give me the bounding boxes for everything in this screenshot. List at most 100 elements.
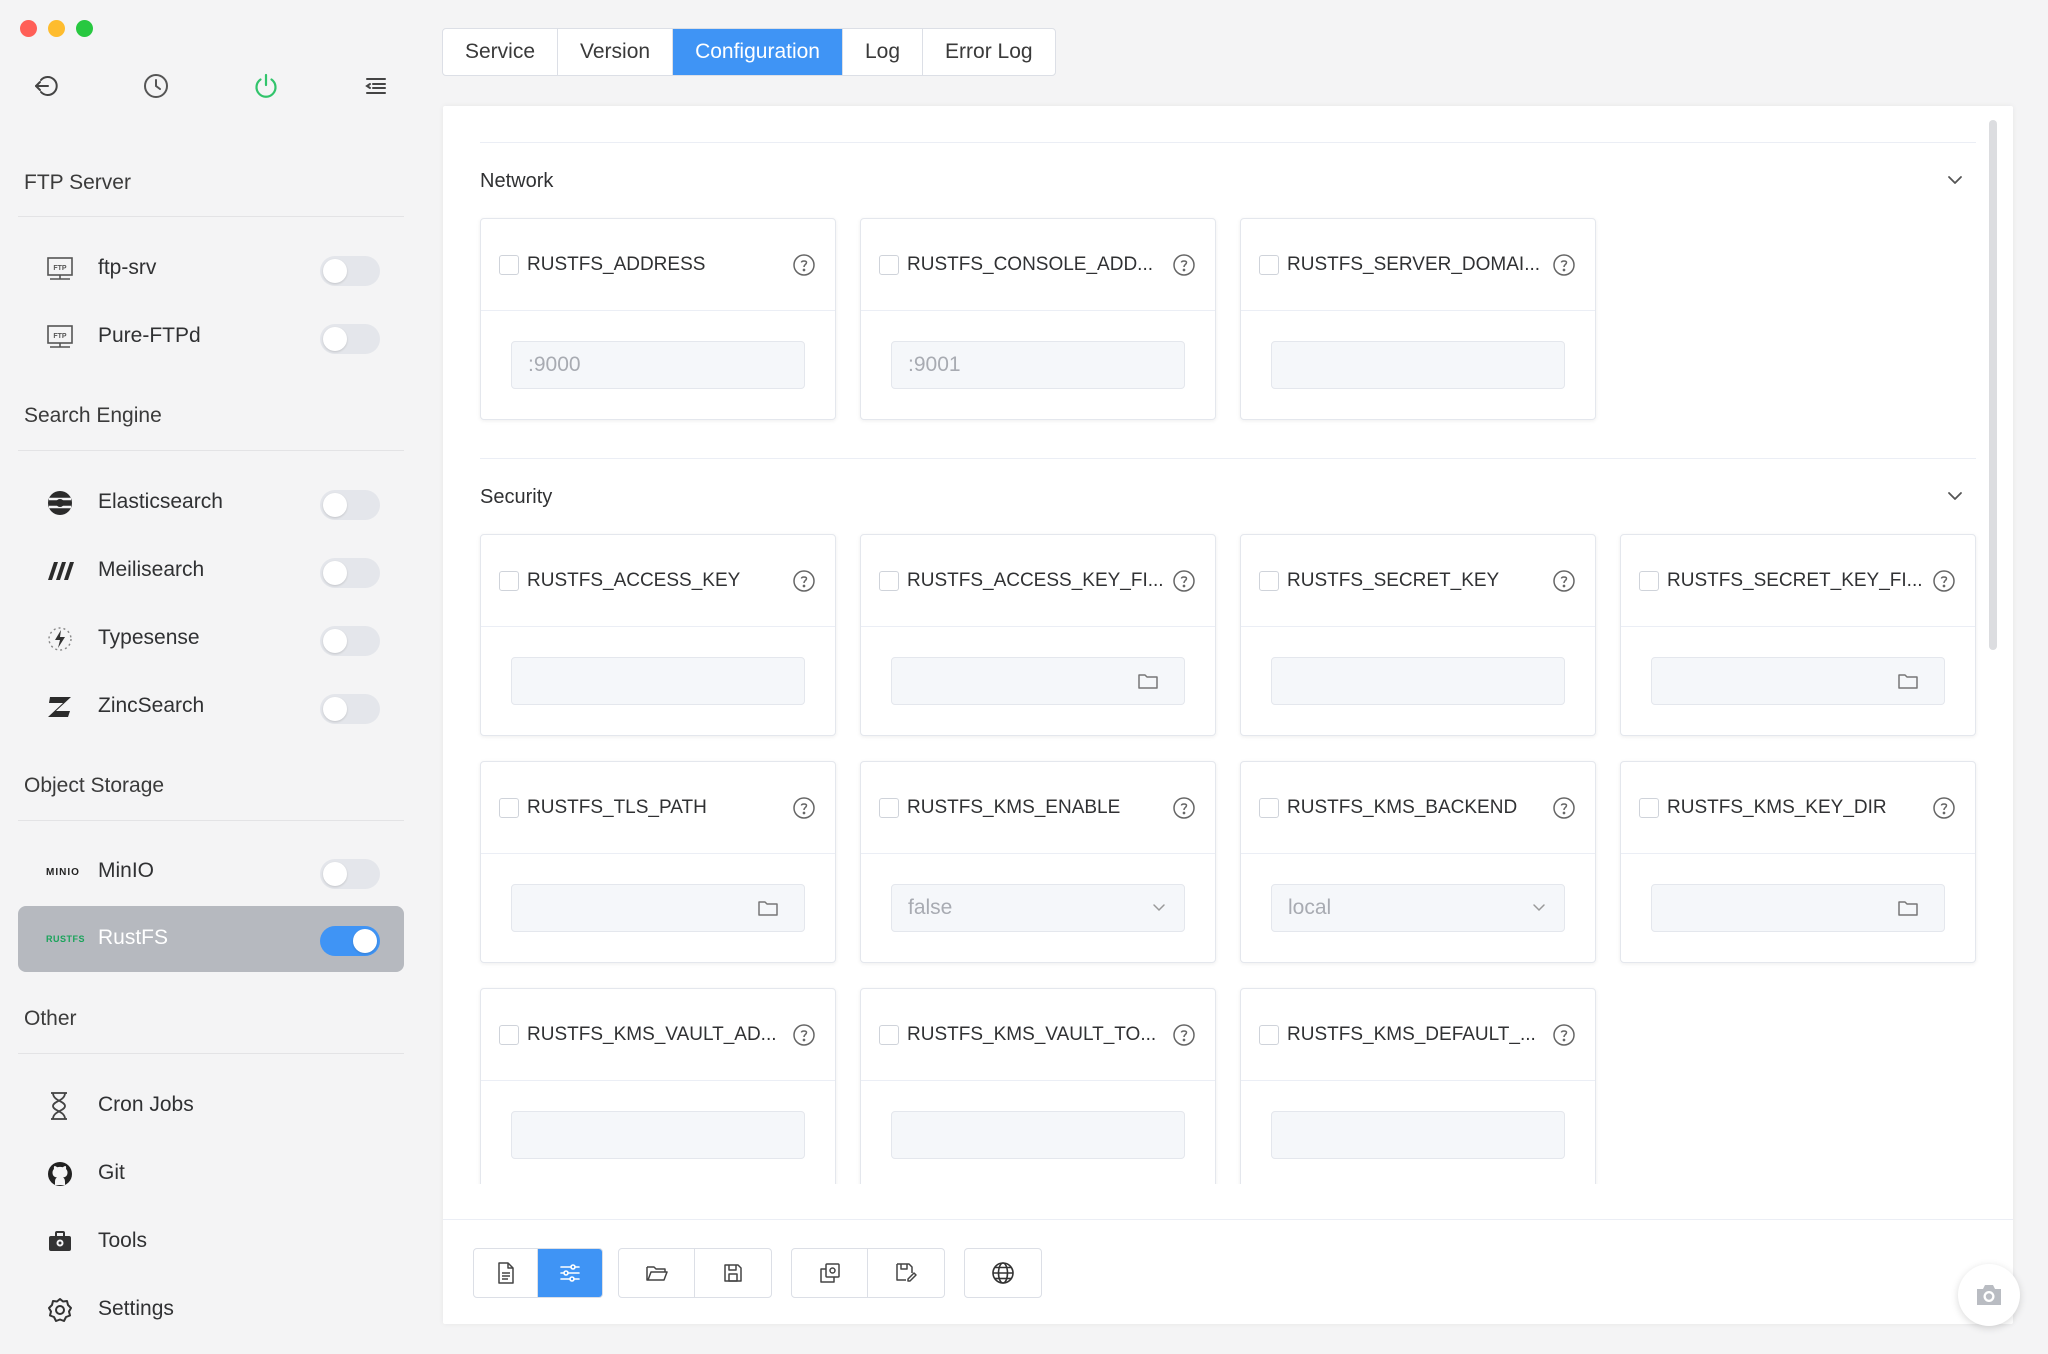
vertical-scrollbar[interactable] — [1989, 120, 1997, 650]
collapse-network-chevron-icon[interactable] — [1943, 168, 1967, 192]
help-icon[interactable] — [1172, 569, 1196, 593]
help-icon[interactable] — [792, 796, 816, 820]
browse-folder-button[interactable] — [732, 884, 805, 932]
language-button[interactable] — [965, 1249, 1041, 1297]
sidebar-item-typesense[interactable]: Typesense — [18, 606, 404, 672]
browse-folder-button[interactable] — [1872, 657, 1945, 705]
save-as-button[interactable] — [868, 1249, 944, 1297]
screenshot-button[interactable] — [1958, 1264, 2020, 1326]
clock-icon[interactable] — [140, 70, 172, 102]
select-value: local — [1288, 896, 1332, 919]
open-file-button[interactable] — [619, 1249, 695, 1297]
sidebar-item-label: Elasticsearch — [98, 490, 223, 513]
collapse-security-chevron-icon[interactable] — [1943, 484, 1967, 508]
config-value-input[interactable] — [1651, 657, 1873, 705]
sidebar-item-cron-jobs[interactable]: Cron Jobs — [18, 1073, 404, 1139]
tab-error-log[interactable]: Error Log — [923, 29, 1055, 75]
browse-folder-button[interactable] — [1112, 657, 1185, 705]
help-icon[interactable] — [1172, 253, 1196, 277]
config-value-input[interactable] — [1271, 657, 1565, 705]
tab-configuration[interactable]: Configuration — [673, 29, 843, 75]
help-icon[interactable] — [1552, 796, 1576, 820]
help-icon[interactable] — [1172, 1023, 1196, 1047]
minio-toggle[interactable] — [320, 859, 380, 889]
help-icon[interactable] — [1552, 253, 1576, 277]
enable-checkbox[interactable] — [879, 798, 899, 818]
power-icon[interactable] — [250, 70, 282, 102]
config-value-input[interactable] — [891, 657, 1113, 705]
enable-checkbox[interactable] — [1259, 798, 1279, 818]
back-icon[interactable] — [30, 70, 62, 102]
rustfs-toggle[interactable] — [320, 926, 380, 956]
config-value-input[interactable] — [1271, 341, 1565, 389]
enable-checkbox[interactable] — [1259, 1025, 1279, 1045]
enable-checkbox[interactable] — [499, 571, 519, 591]
help-icon[interactable] — [792, 1023, 816, 1047]
tab-service[interactable]: Service — [443, 29, 559, 75]
config-value-input[interactable] — [1271, 1111, 1565, 1159]
enable-checkbox[interactable] — [1259, 571, 1279, 591]
help-icon[interactable] — [792, 569, 816, 593]
elasticsearch-toggle[interactable] — [320, 490, 380, 520]
config-scroll-area: Network RUSTFS_ADDRESS :9000 RUSTFS_CONS… — [443, 106, 2013, 1184]
tab-version[interactable]: Version — [558, 29, 674, 75]
copy-icon — [819, 1263, 840, 1283]
enable-checkbox[interactable] — [499, 798, 519, 818]
config-value-input[interactable]: :9001 — [891, 341, 1185, 389]
enable-checkbox[interactable] — [879, 255, 899, 275]
document-view-button[interactable] — [474, 1249, 538, 1297]
sidebar-item-tools[interactable]: Tools — [18, 1209, 404, 1275]
sidebar-item-settings[interactable]: Settings — [18, 1277, 404, 1343]
sidebar-item-meilisearch[interactable]: Meilisearch — [18, 538, 404, 604]
help-icon[interactable] — [1172, 796, 1196, 820]
menu-fold-icon[interactable] — [360, 70, 392, 102]
sidebar-item-ftp-srv[interactable]: FTP ftp-srv — [18, 236, 404, 302]
enable-checkbox[interactable] — [1639, 798, 1659, 818]
camera-icon — [1977, 1285, 2001, 1305]
sidebar-item-rustfs[interactable]: RUSTFS RustFS — [18, 906, 404, 972]
sidebar-item-minio[interactable]: MINIO MinIO — [18, 839, 404, 905]
help-icon[interactable] — [1932, 796, 1956, 820]
file-actions-group — [618, 1248, 772, 1298]
enable-checkbox[interactable] — [1639, 571, 1659, 591]
enable-checkbox[interactable] — [879, 1025, 899, 1045]
enable-checkbox[interactable] — [879, 571, 899, 591]
tab-log[interactable]: Log — [843, 29, 924, 75]
copy-config-button[interactable] — [792, 1249, 868, 1297]
folder-icon — [1898, 674, 1918, 689]
meilisearch-toggle[interactable] — [320, 558, 380, 588]
config-value-input[interactable] — [511, 657, 805, 705]
save-button[interactable] — [695, 1249, 771, 1297]
config-key-label: RUSTFS_CONSOLE_ADD... — [907, 254, 1153, 275]
enable-checkbox[interactable] — [499, 1025, 519, 1045]
ftp-srv-toggle[interactable] — [320, 256, 380, 286]
enable-checkbox[interactable] — [1259, 255, 1279, 275]
help-icon[interactable] — [1552, 569, 1576, 593]
config-value-input[interactable] — [511, 1111, 805, 1159]
config-value-input[interactable] — [511, 884, 733, 932]
enable-checkbox[interactable] — [499, 255, 519, 275]
zincsearch-toggle[interactable] — [320, 694, 380, 724]
pure-ftpd-toggle[interactable] — [320, 324, 380, 354]
kms-backend-select[interactable]: local — [1271, 884, 1565, 932]
config-value-input[interactable]: :9000 — [511, 341, 805, 389]
help-icon[interactable] — [792, 253, 816, 277]
sidebar-item-zincsearch[interactable]: ZincSearch — [18, 674, 404, 740]
config-value-input[interactable] — [1651, 884, 1873, 932]
help-icon[interactable] — [1932, 569, 1956, 593]
minimize-window-button[interactable] — [48, 20, 65, 37]
config-value-input[interactable] — [891, 1111, 1185, 1159]
close-window-button[interactable] — [20, 20, 37, 37]
form-view-button[interactable] — [538, 1249, 602, 1297]
typesense-toggle[interactable] — [320, 626, 380, 656]
svg-text:FTP: FTP — [53, 265, 67, 272]
sidebar-item-pure-ftpd[interactable]: FTP Pure-FTPd — [18, 304, 404, 370]
config-card-rustfs-address: RUSTFS_ADDRESS :9000 — [480, 218, 836, 420]
kms-enable-select[interactable]: false — [891, 884, 1185, 932]
help-icon[interactable] — [1552, 1023, 1576, 1047]
browse-folder-button[interactable] — [1872, 884, 1945, 932]
sidebar-item-label: Pure-FTPd — [98, 324, 201, 347]
sidebar-item-git[interactable]: Git — [18, 1141, 404, 1207]
sidebar-item-elasticsearch[interactable]: Elasticsearch — [18, 470, 404, 536]
maximize-window-button[interactable] — [76, 20, 93, 37]
